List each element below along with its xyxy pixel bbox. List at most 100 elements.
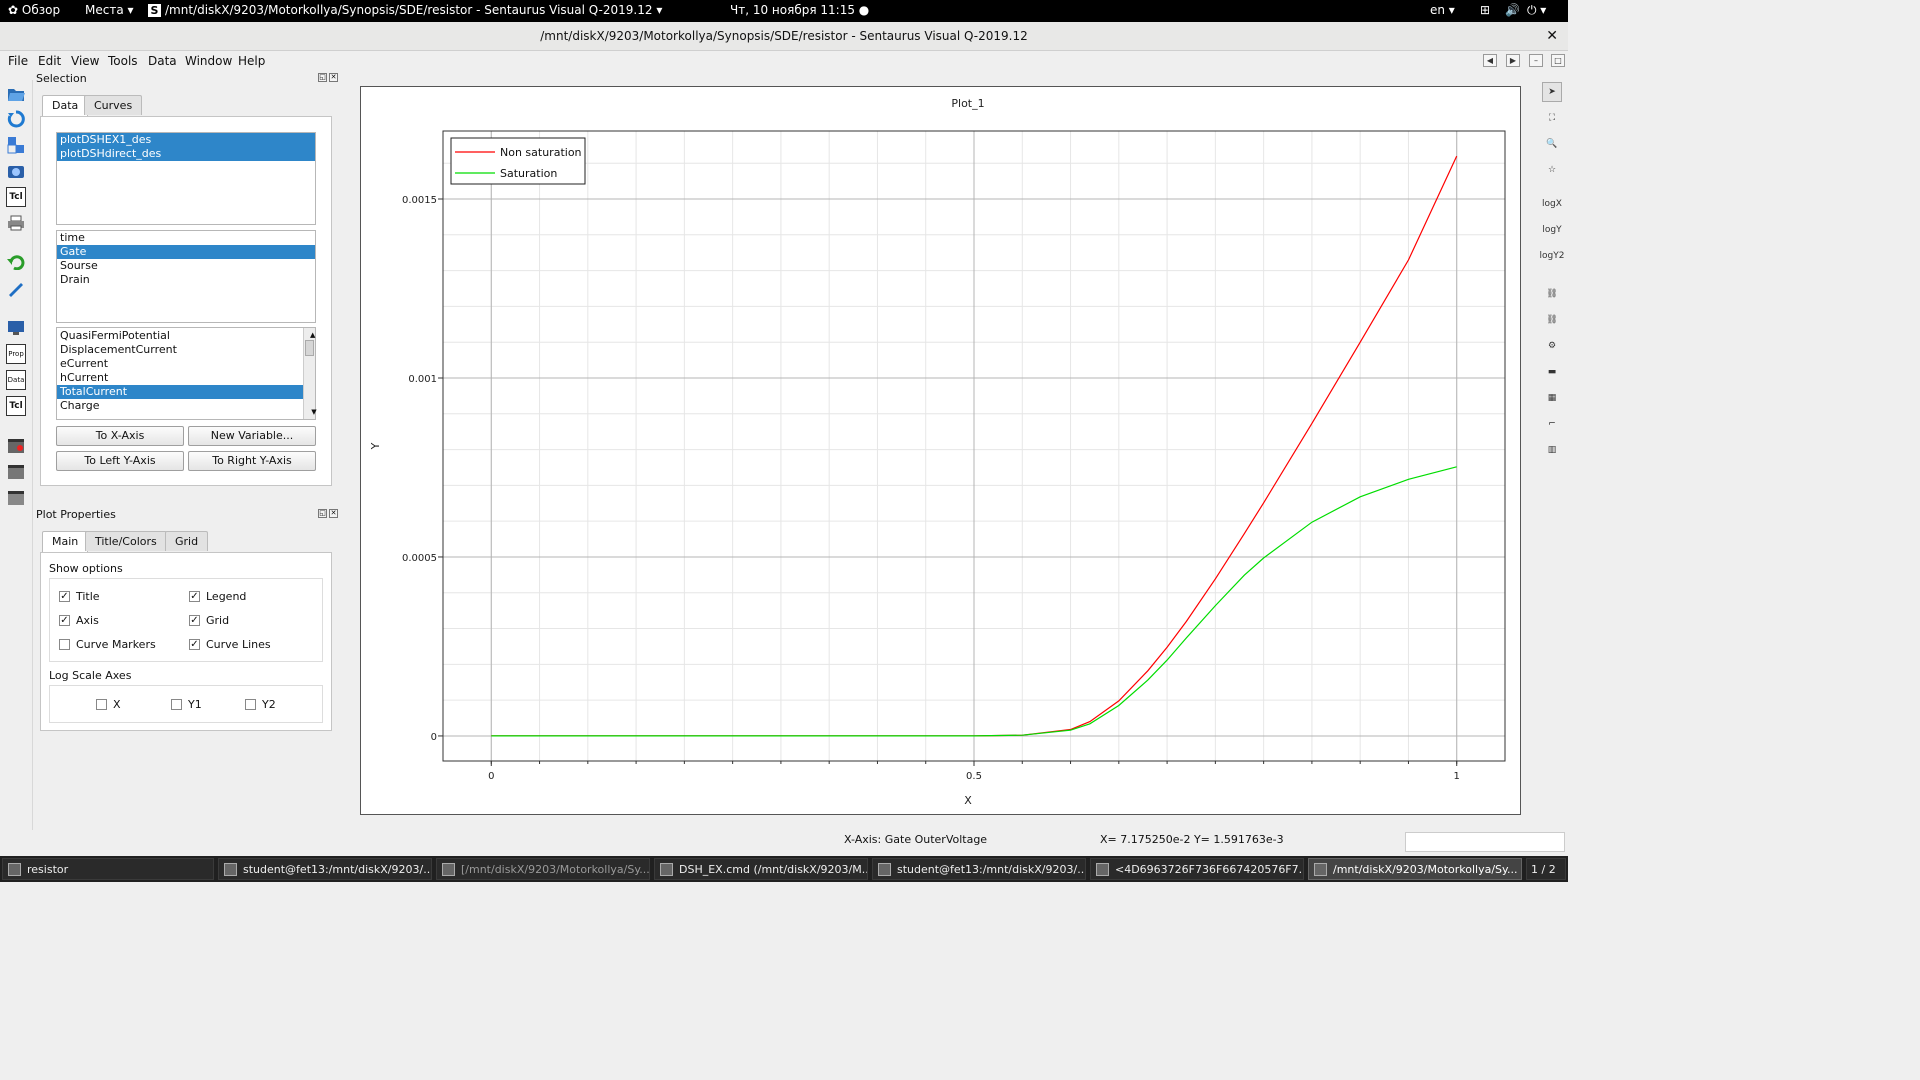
table-icon[interactable]: ▥ (1542, 440, 1562, 460)
export-icon[interactable] (6, 135, 26, 155)
taskbar-item-sentaurus[interactable]: /mnt/diskX/9203/Motorkollya/Sy... (1308, 858, 1522, 880)
group-item[interactable]: Gate (57, 245, 315, 259)
zoom-icon[interactable]: 🔍 (1542, 134, 1562, 154)
movie-export-icon[interactable] (6, 488, 26, 508)
to-right-y-axis-button[interactable]: To Right Y-Axis (188, 451, 316, 471)
reload-icon[interactable] (6, 109, 26, 129)
group-item[interactable]: time (57, 231, 315, 245)
log-y1-checkbox[interactable]: Y1 (171, 698, 202, 711)
prev-plot-button[interactable]: ◀ (1483, 54, 1497, 67)
data-panel-icon[interactable]: Data (6, 370, 26, 390)
probe-icon[interactable]: ☆ (1542, 160, 1562, 180)
print-icon[interactable] (6, 213, 26, 233)
step-curve-icon[interactable]: ⌐ (1542, 414, 1562, 434)
group-list[interactable]: time Gate Sourse Drain (56, 230, 316, 323)
variable-item[interactable]: TotalCurrent (57, 385, 303, 399)
log-y-icon[interactable]: logY (1542, 220, 1562, 240)
places-menu[interactable]: Места ▾ (85, 3, 134, 17)
tcl-console-icon[interactable]: Tcl (6, 187, 26, 207)
properties-panel-icon[interactable]: Prop (6, 344, 26, 364)
float-panel-icon[interactable]: ◱ (318, 509, 327, 518)
power-icon[interactable]: ⏻ ▾ (1527, 3, 1546, 18)
screen-icon[interactable] (6, 318, 26, 338)
curve-settings-icon[interactable]: ⚙ (1542, 336, 1562, 356)
active-app-menu[interactable]: S/mnt/diskX/9203/Motorkollya/Synopsis/SD… (148, 3, 662, 17)
histogram-icon[interactable]: ▦ (1542, 388, 1562, 408)
to-left-y-axis-button[interactable]: To Left Y-Axis (56, 451, 184, 471)
activities-button[interactable]: ✿ Обзор (8, 3, 60, 17)
curve-markers-checkbox[interactable]: Curve Markers (59, 638, 156, 651)
unlink-icon[interactable]: ⛓ (1542, 310, 1562, 330)
taskbar-item-editor[interactable]: DSH_EX.cmd (/mnt/diskX/9203/M... (654, 858, 868, 880)
new-variable-button[interactable]: New Variable... (188, 426, 316, 446)
status-input[interactable] (1405, 832, 1565, 852)
maximize-icon[interactable]: □ (1551, 54, 1565, 67)
group-item[interactable]: Sourse (57, 259, 315, 273)
dataset-list[interactable]: plotDSHEX1_des plotDSHdirect_des (56, 132, 316, 225)
select-pointer-icon[interactable]: ➤ (1542, 82, 1562, 102)
log-y2-icon[interactable]: logY2 (1540, 246, 1565, 266)
next-plot-button[interactable]: ▶ (1506, 54, 1520, 67)
tcl-panel-icon[interactable]: Tcl (6, 396, 26, 416)
tab-data[interactable]: Data (42, 95, 89, 117)
link-icon[interactable]: ⛓ (1542, 284, 1562, 304)
menu-window[interactable]: Window (185, 54, 232, 68)
line-chart[interactable]: 0 0.5 1 0 0.0005 0.001 0.0015 Plot_1 X Y Non satur… (361, 87, 1520, 814)
menu-help[interactable]: Help (238, 54, 265, 68)
reset-view-icon[interactable]: ⛶ (1542, 108, 1562, 128)
network-icon[interactable]: ⊞ (1480, 3, 1490, 17)
language-indicator[interactable]: en ▾ (1430, 3, 1455, 17)
variable-item[interactable]: QuasiFermiPotential (57, 329, 303, 343)
taskbar-item-document[interactable]: <4D6963726F736F667420576F7... (1090, 858, 1304, 880)
minimize-icon[interactable]: – (1529, 54, 1543, 67)
snapshot-icon[interactable] (6, 161, 26, 181)
close-panel-icon[interactable]: ✕ (329, 73, 338, 82)
menu-edit[interactable]: Edit (38, 54, 61, 68)
open-folder-icon[interactable] (6, 84, 26, 104)
curve-lines-checkbox[interactable]: ✓ Curve Lines (189, 638, 271, 651)
tab-curves[interactable]: Curves (84, 95, 143, 115)
title-checkbox[interactable]: ✓ Title (59, 590, 100, 603)
tab-main[interactable]: Main (42, 531, 89, 553)
clock[interactable]: Чт, 10 ноября 11:15 ● (730, 3, 869, 17)
workspace-pager[interactable]: 1 / 2 (1526, 858, 1566, 880)
group-item[interactable]: Drain (57, 273, 315, 287)
scroll-down-icon[interactable]: ▼ (307, 405, 318, 419)
log-y2-checkbox[interactable]: Y2 (245, 698, 276, 711)
taskbar-item-terminal-2[interactable]: student@fet13:/mnt/diskX/9203/... (872, 858, 1086, 880)
grid-checkbox[interactable]: ✓ Grid (189, 614, 229, 627)
taskbar-item-terminal[interactable]: student@fet13:/mnt/diskX/9203/... (218, 858, 432, 880)
close-panel-icon[interactable]: ✕ (329, 509, 338, 518)
variable-list-scrollbar[interactable]: ▲ ▼ (303, 328, 318, 419)
axis-checkbox[interactable]: ✓ Axis (59, 614, 99, 627)
variable-item[interactable]: Charge (57, 399, 303, 413)
tab-grid[interactable]: Grid (165, 531, 209, 551)
log-x-checkbox[interactable]: X (96, 698, 121, 711)
menu-view[interactable]: View (71, 54, 99, 68)
taskbar-item-file-manager[interactable]: [/mnt/diskX/9203/Motorkollya/Sy... (436, 858, 650, 880)
dataset-item[interactable]: plotDSHdirect_des (57, 147, 315, 161)
volume-icon[interactable]: 🔊 (1505, 3, 1520, 17)
plot-frame-icon[interactable]: ▬ (1542, 362, 1562, 382)
variable-item[interactable]: DisplacementCurrent (57, 343, 303, 357)
variable-item[interactable]: eCurrent (57, 357, 303, 371)
plot-canvas[interactable]: 0 0.5 1 0 0.0005 0.001 0.0015 Plot_1 X Y Non satur… (360, 86, 1521, 815)
tab-title-colors[interactable]: Title/Colors (85, 531, 167, 551)
movie-record-icon[interactable] (6, 436, 26, 456)
scroll-thumb[interactable] (305, 340, 314, 356)
dataset-item[interactable]: plotDSHEX1_des (57, 133, 315, 147)
menu-file[interactable]: File (8, 54, 28, 68)
movie-frame-icon[interactable] (6, 462, 26, 482)
variable-list[interactable]: QuasiFermiPotential DisplacementCurrent … (56, 327, 318, 420)
window-close-button[interactable]: ✕ (1546, 28, 1558, 44)
legend-checkbox[interactable]: ✓ Legend (189, 590, 246, 603)
variable-item[interactable]: hCurrent (57, 371, 303, 385)
menu-data[interactable]: Data (148, 54, 177, 68)
to-x-axis-button[interactable]: To X-Axis (56, 426, 184, 446)
taskbar-item-resistor[interactable]: resistor (2, 858, 214, 880)
undo-icon[interactable] (6, 252, 26, 272)
menu-tools[interactable]: Tools (108, 54, 138, 68)
log-x-icon[interactable]: logX (1542, 194, 1562, 214)
float-panel-icon[interactable]: ◱ (318, 73, 327, 82)
draw-pen-icon[interactable] (6, 278, 26, 298)
